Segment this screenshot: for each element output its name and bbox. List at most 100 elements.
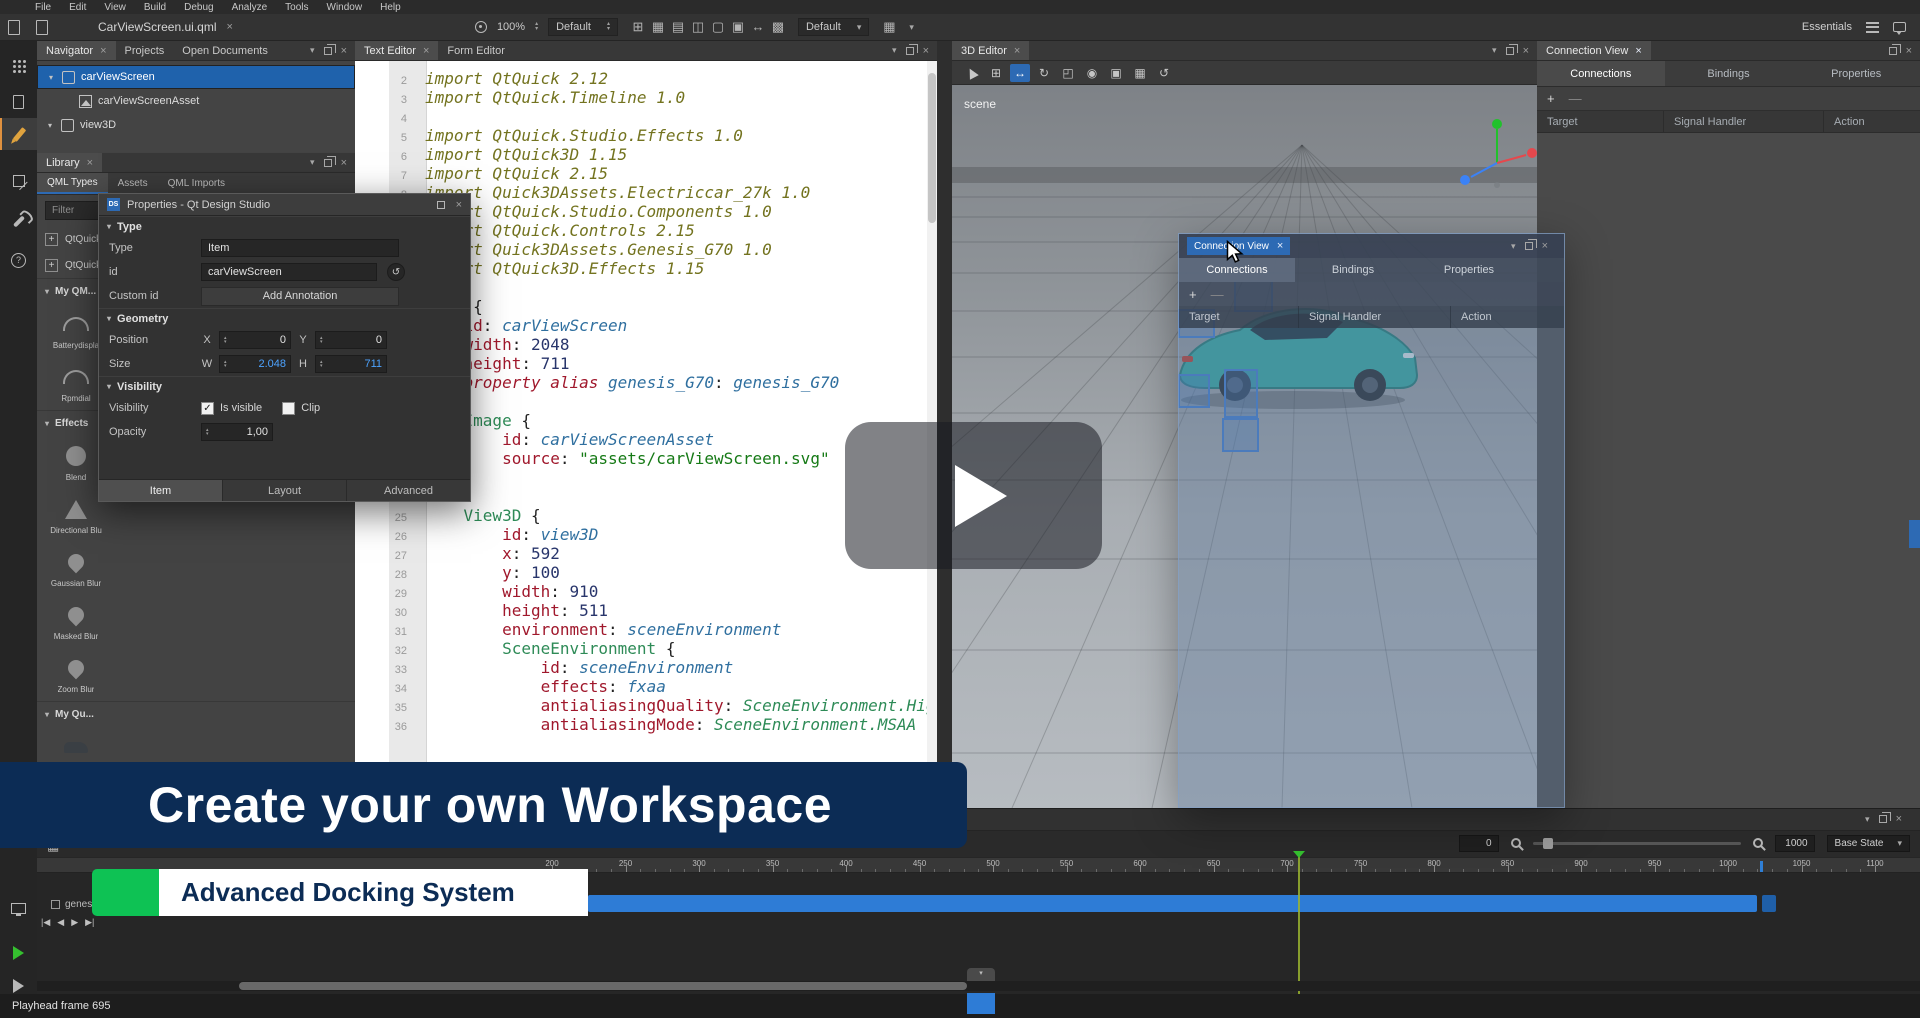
add-annotation-button[interactable]: Add Annotation (201, 287, 399, 306)
chevron-down-icon[interactable]: ▾ (1492, 45, 1497, 56)
grid-toggle-icon[interactable]: ▦ (1130, 64, 1150, 82)
section-type[interactable]: ▾ Type (99, 216, 470, 236)
theme-select[interactable]: Default ▾ (798, 18, 869, 36)
zoom-stepper[interactable]: ▴▾ (535, 22, 538, 32)
split-view-icon[interactable]: ◫ (688, 19, 708, 35)
undock-icon[interactable] (1506, 47, 1514, 55)
id-field[interactable]: carViewScreen (201, 263, 377, 281)
close-icon[interactable]: × (227, 21, 233, 33)
tab-projects[interactable]: Projects (116, 41, 174, 60)
record-icon[interactable] (475, 21, 487, 33)
close-icon[interactable]: × (456, 199, 462, 211)
chevron-down-icon[interactable]: ▾ (310, 157, 315, 168)
export-icon[interactable]: ⊞ (628, 19, 648, 35)
position-y-stepper[interactable]: ▴▾ 0 (315, 331, 387, 349)
tab-form-editor[interactable]: Form Editor (438, 41, 513, 60)
apps-grid-icon[interactable] (0, 49, 37, 81)
tab-layout[interactable]: Layout (223, 480, 347, 501)
close-icon[interactable]: × (1906, 45, 1912, 57)
zoom-out-icon[interactable] (1511, 838, 1521, 848)
timeline-hscrollbar-thumb[interactable] (239, 982, 967, 990)
close-icon[interactable]: × (1277, 240, 1283, 252)
zoom-slider-thumb[interactable] (1543, 838, 1553, 849)
close-icon[interactable]: × (87, 157, 93, 169)
panel-drag-handle[interactable] (1909, 520, 1920, 548)
tab-bindings[interactable]: Bindings (1665, 61, 1793, 86)
device-monitor-icon[interactable] (0, 892, 37, 924)
menu-window[interactable]: Window (318, 2, 372, 13)
chevron-down-icon[interactable]: ▾ (310, 45, 315, 56)
maximize-icon[interactable] (437, 201, 445, 209)
bounds-icon[interactable]: ▢ (708, 19, 728, 35)
camera-icon[interactable]: ▣ (1106, 64, 1126, 82)
tab-properties[interactable]: Properties (1411, 258, 1527, 282)
style-select[interactable]: Default ▴▾ (548, 18, 618, 36)
close-icon[interactable]: × (923, 45, 929, 57)
size-w-stepper[interactable]: ▴▾ 2.048 (219, 355, 291, 373)
tab-item[interactable]: Item (99, 480, 223, 501)
axis-gizmo[interactable] (1452, 115, 1537, 200)
section-geometry[interactable]: ▾ Geometry (99, 308, 470, 328)
plus-icon[interactable]: + (45, 233, 58, 246)
to-end-icon[interactable]: ▶| (85, 917, 94, 928)
tools-wrench-icon[interactable] (0, 205, 37, 237)
close-icon[interactable]: × (341, 157, 347, 169)
tree-item-view3d[interactable]: ▾view3D (37, 113, 355, 137)
collapse-handle[interactable]: ▾ (967, 968, 995, 981)
tab-properties[interactable]: Properties (1792, 61, 1920, 86)
close-icon[interactable]: × (1014, 45, 1020, 57)
to-start-icon[interactable]: |◀ (41, 917, 50, 928)
timeline-zoom-slider[interactable] (1533, 842, 1741, 845)
select-tool-icon[interactable] (962, 64, 982, 82)
timeline-end-field[interactable]: 1000 (1775, 835, 1815, 852)
anchors-icon[interactable]: ↔ (748, 19, 768, 35)
menu-help[interactable]: Help (371, 2, 410, 13)
undock-icon[interactable] (1889, 47, 1897, 55)
menu-view[interactable]: View (95, 2, 135, 13)
menu-analyze[interactable]: Analyze (223, 2, 277, 13)
tab-advanced[interactable]: Advanced (347, 480, 470, 501)
plus-icon[interactable]: + (45, 259, 58, 272)
layout-icon[interactable]: ▤ (668, 19, 688, 35)
properties-window-titlebar[interactable]: DS Properties - Qt Design Studio × (99, 194, 470, 216)
tab-open-documents[interactable]: Open Documents (173, 41, 277, 60)
tree-item-carviewscreenasset[interactable]: carViewScreenAsset (37, 89, 355, 113)
menu-build[interactable]: Build (135, 2, 175, 13)
add-connection-button[interactable]: + (1189, 287, 1197, 302)
tab-3d-editor[interactable]: 3D Editor × (952, 41, 1029, 60)
design-pencil-icon[interactable] (0, 118, 37, 150)
column-signal-handler[interactable]: Signal Handler (1664, 111, 1824, 132)
close-icon[interactable]: × (1542, 240, 1548, 252)
help-icon[interactable]: ? (0, 244, 37, 276)
menu-file[interactable]: File (26, 2, 60, 13)
tab-connections[interactable]: Connections (1537, 61, 1665, 86)
size-h-stepper[interactable]: ▴▾ 711 (315, 355, 387, 373)
undock-icon[interactable] (324, 47, 332, 55)
scale-tool-icon[interactable]: ◰ (1058, 64, 1078, 82)
library-section-my-qu[interactable]: ▾My Qu... (37, 701, 355, 727)
play-icon[interactable]: ▶ (71, 917, 78, 928)
position-x-stepper[interactable]: ▴▾ 0 (219, 331, 291, 349)
is-visible-checkbox[interactable]: ✓ (201, 402, 214, 415)
reset-view-icon[interactable]: ↺ (1154, 64, 1174, 82)
chevron-down-icon[interactable]: ▾ (909, 22, 914, 33)
remove-connection-button[interactable]: — (1569, 91, 1582, 106)
welcome-file-icon[interactable] (0, 86, 37, 118)
timeline-current-field[interactable]: 0 (1459, 835, 1499, 852)
fill-icon[interactable]: ▣ (728, 19, 748, 35)
close-icon[interactable]: × (1523, 45, 1529, 57)
close-icon[interactable]: × (1635, 45, 1641, 57)
tab-qml-imports[interactable]: QML Imports (158, 173, 235, 194)
open-file-icon[interactable] (31, 18, 53, 36)
tab-assets[interactable]: Assets (108, 173, 158, 194)
workspace-icon[interactable]: ▦ (879, 19, 899, 35)
components-cube-icon[interactable] (0, 165, 37, 197)
remove-connection-button[interactable]: — (1211, 287, 1224, 302)
local-global-icon[interactable]: ⊞ (986, 64, 1006, 82)
timeline-track-stub[interactable] (1762, 895, 1776, 912)
column-action[interactable]: Action (1451, 306, 1564, 328)
rotate-tool-icon[interactable]: ↻ (1034, 64, 1054, 82)
undock-icon[interactable] (1879, 815, 1887, 823)
light-icon[interactable]: ◉ (1082, 64, 1102, 82)
run-play-icon[interactable] (0, 937, 37, 969)
